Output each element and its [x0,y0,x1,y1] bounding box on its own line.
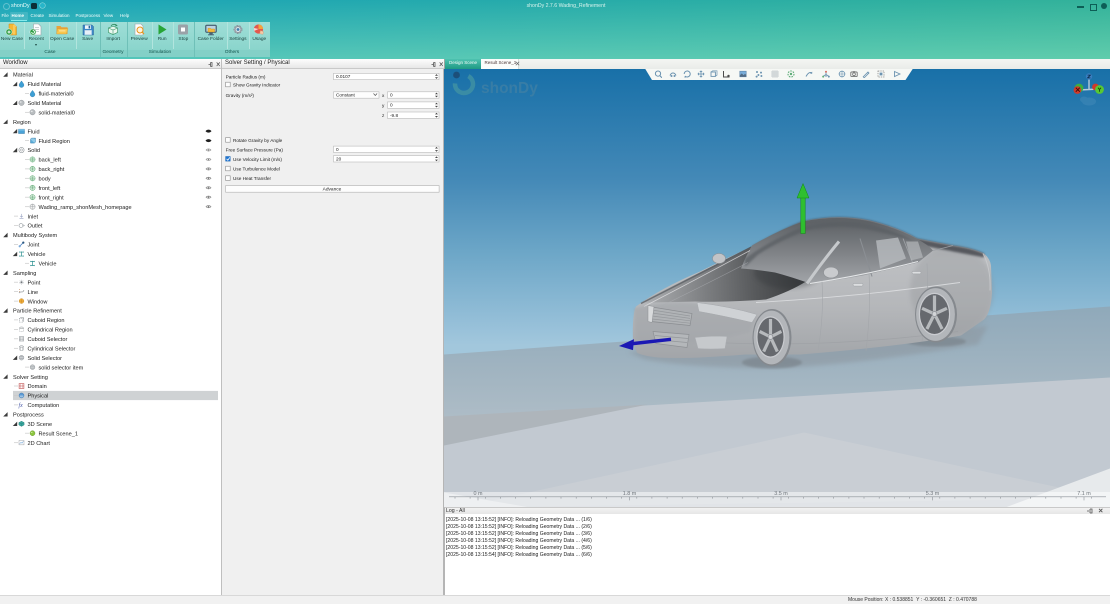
svg-text:Use Heat Transfer: Use Heat Transfer [233,176,271,181]
svg-text:Solver Setting: Solver Setting [13,375,48,381]
svg-text:20: 20 [336,156,342,161]
svg-text:z: z [382,113,385,118]
svg-text:front_left: front_left [39,186,61,192]
svg-text:Outlet: Outlet [28,224,43,230]
svg-text:Computation: Computation [28,403,60,409]
svg-text:Postprocess: Postprocess [13,413,44,419]
svg-text:Cuboid Region: Cuboid Region [28,318,65,324]
svg-text:1.8 m: 1.8 m [623,491,637,497]
svg-text:x: x [382,93,385,98]
svg-text:Particle Refinement: Particle Refinement [13,309,62,315]
svg-text:solid-material0: solid-material0 [39,111,75,117]
svg-text:Result Scene_1: Result Scene_1 [39,431,79,437]
svg-text:Show Gravity Indicator: Show Gravity Indicator [233,83,281,88]
svg-text:Fluid: Fluid [28,129,40,135]
svg-text:Use Velocity Limit (m/s): Use Velocity Limit (m/s) [233,157,282,162]
svg-text:Vehicle: Vehicle [39,262,57,268]
svg-text:solid selector item: solid selector item [39,365,84,371]
svg-text:Cylindrical Selector: Cylindrical Selector [28,347,76,353]
svg-text:Use Turbulence Model: Use Turbulence Model [233,167,280,172]
svg-text:shonDy: shonDy [481,80,538,97]
svg-text:Vehicle: Vehicle [28,252,46,258]
svg-text:Constant: Constant [336,93,355,98]
svg-text:back_left: back_left [39,158,62,164]
svg-text:front_right: front_right [39,195,65,201]
svg-text:3D Scene: 3D Scene [28,422,53,428]
svg-text:Region: Region [13,120,31,126]
svg-text:Joint: Joint [28,243,40,249]
svg-text:0 m: 0 m [474,491,483,497]
svg-text:Sampling: Sampling [13,271,36,277]
svg-text:5.3 m: 5.3 m [926,491,940,497]
svg-text:Gravity (m/s²): Gravity (m/s²) [226,93,255,98]
svg-text:fx: fx [19,402,24,409]
svg-text:3.5 m: 3.5 m [774,491,788,497]
svg-text:Cylindrical Region: Cylindrical Region [28,328,73,334]
svg-text:Wading_ramp_shonMesh_homepage: Wading_ramp_shonMesh_homepage [39,205,132,211]
svg-text:y: y [382,103,385,108]
svg-text:Rotate Gravity by Angle: Rotate Gravity by Angle [233,138,283,143]
svg-text:Inlet: Inlet [28,214,39,220]
svg-text:Free Surface Pressure (Pa): Free Surface Pressure (Pa) [226,147,284,152]
svg-text:7.1 m: 7.1 m [1077,491,1091,497]
svg-text:Physical: Physical [28,394,49,400]
svg-text:Advance: Advance [323,187,342,193]
svg-text:Fluid Material: Fluid Material [28,82,62,88]
svg-text:Material: Material [13,73,33,79]
svg-text:2D Chart: 2D Chart [28,441,51,447]
svg-text:Line: Line [28,290,39,296]
svg-text:back_right: back_right [39,167,65,173]
svg-text:Solid: Solid [28,148,40,154]
svg-text:0: 0 [336,147,339,152]
svg-text:fluid-material0: fluid-material0 [39,92,74,98]
svg-text:Multibody System: Multibody System [13,233,57,239]
svg-text:-9.8: -9.8 [390,113,398,118]
svg-text:body: body [39,177,51,183]
svg-text:Point: Point [28,280,41,286]
svg-text:0: 0 [390,93,393,98]
svg-text:Particle Radius (m): Particle Radius (m) [226,75,266,80]
svg-text:Cuboid Selector: Cuboid Selector [28,337,68,343]
svg-text:0.0107: 0.0107 [336,74,351,79]
svg-text:0: 0 [390,103,393,108]
svg-text:Domain: Domain [28,384,47,390]
svg-text:Solid Selector: Solid Selector [28,356,63,362]
svg-text:Window: Window [28,299,49,305]
svg-text:Solid Material: Solid Material [28,101,62,107]
svg-text:Fluid Region: Fluid Region [39,139,70,145]
